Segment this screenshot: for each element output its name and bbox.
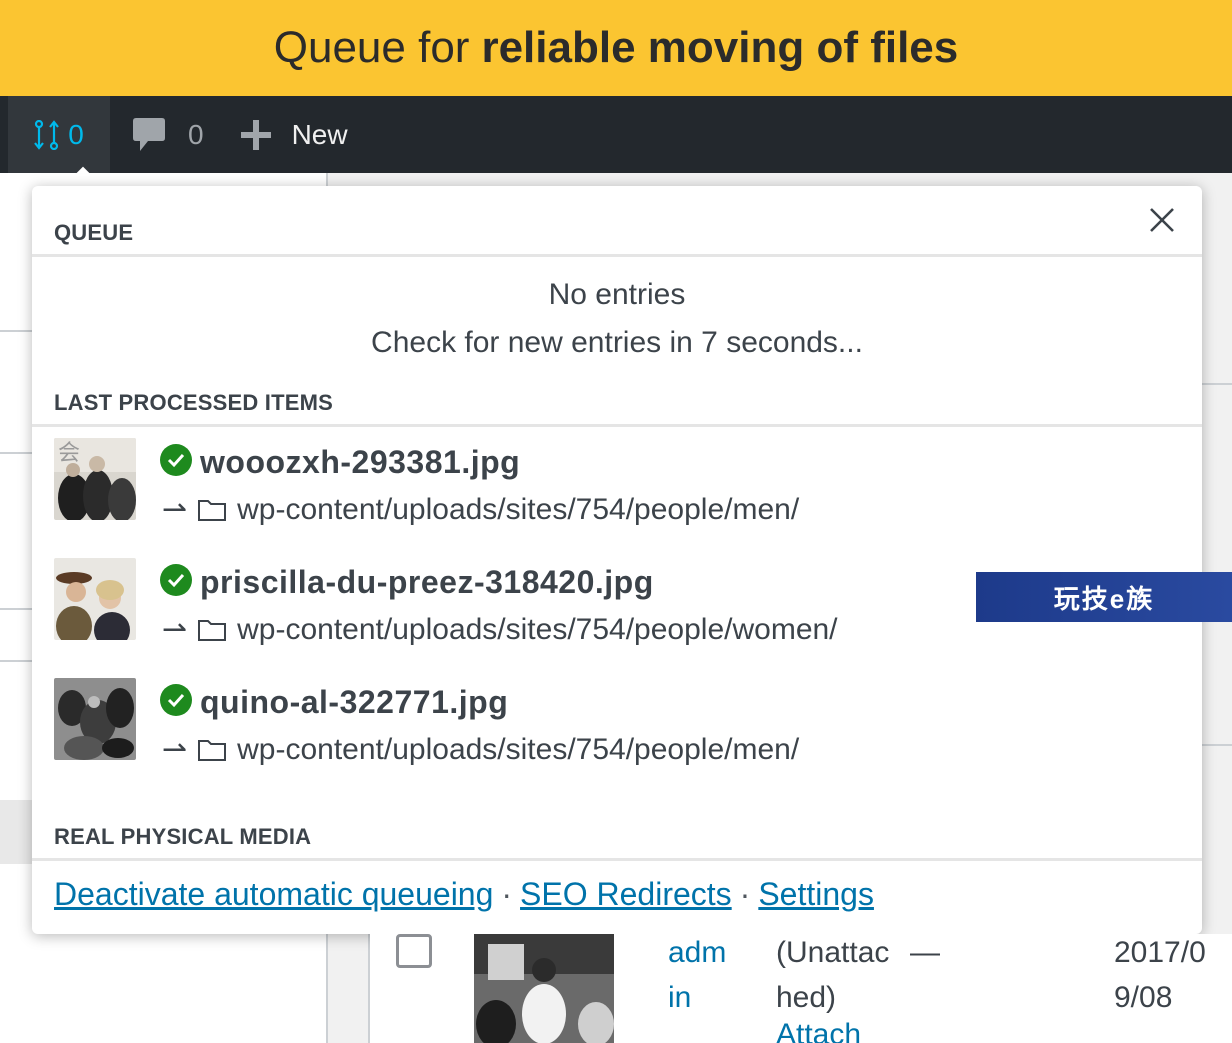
author-line-2: in <box>668 981 692 1014</box>
comment-icon <box>133 117 165 151</box>
list-item: 会 wooozxh-293381.jpg ⇀ wp-content/upload… <box>54 438 1154 528</box>
close-icon[interactable] <box>1146 204 1178 236</box>
footer-separator: · <box>739 876 751 912</box>
new-label: New <box>291 118 348 150</box>
file-destination: ⇀ wp-content/uploads/sites/754/people/me… <box>162 492 799 527</box>
queue-popover: QUEUE No entries Check for new entries i… <box>32 186 1202 934</box>
row-checkbox[interactable] <box>396 934 432 968</box>
arrow-icon: ⇀ <box>162 733 188 766</box>
deactivate-queueing-link[interactable]: Deactivate automatic queueing <box>54 876 493 912</box>
folder-icon <box>198 739 227 761</box>
brand-heading: REAL PHYSICAL MEDIA <box>54 824 312 849</box>
admin-bar-new[interactable]: New <box>240 119 348 151</box>
file-path: wp-content/uploads/sites/754/people/men/ <box>237 732 800 766</box>
queue-heading: QUEUE <box>54 220 134 245</box>
file-name: wooozxh-293381.jpg <box>200 444 521 480</box>
date-line-1: 2017/0 <box>1114 936 1206 969</box>
last-processed-heading: LAST PROCESSED ITEMS <box>54 390 334 415</box>
thumbnail-image: 会 <box>54 438 136 520</box>
check-message: Check for new entries in 7 seconds... <box>371 326 863 359</box>
banner-text-bold: reliable moving of files <box>481 23 959 72</box>
admin-bar-comments[interactable]: 0 <box>132 116 204 154</box>
arrow-icon: ⇀ <box>162 493 188 526</box>
attached-status: (Unattac hed) <box>776 930 889 1020</box>
bg-left-rule-4 <box>0 660 32 662</box>
divider <box>32 424 1202 427</box>
admin-bar: 0 0 New <box>0 96 1232 173</box>
list-item: quino-al-322771.jpg ⇀ wp-content/uploads… <box>54 678 1154 768</box>
divider <box>32 858 1202 861</box>
row-thumbnail[interactable] <box>474 934 614 1043</box>
date-line-2: 9/08 <box>1114 981 1173 1014</box>
file-path: wp-content/uploads/sites/754/people/men/ <box>237 492 800 526</box>
success-check-icon <box>160 564 192 596</box>
bg-right-rule-1 <box>1202 383 1232 385</box>
bg-left-row-shade <box>0 800 32 864</box>
attached-line-2: hed) <box>776 981 837 1014</box>
banner-text-normal: Queue for <box>273 23 470 72</box>
popover-footer: Deactivate automatic queueing · SEO Redire… <box>54 876 874 913</box>
file-name: quino-al-322771.jpg <box>200 684 509 720</box>
folder-icon <box>198 499 227 521</box>
author-line-1: adm <box>668 936 727 969</box>
arrow-icon: ⇀ <box>162 613 188 646</box>
empty-message: No entries <box>548 278 686 311</box>
file-name: priscilla-du-preez-318420.jpg <box>200 564 654 600</box>
bg-right-rule-2 <box>1202 744 1232 746</box>
bg-left-rule-1 <box>0 330 32 332</box>
date-cell: 2017/0 9/08 <box>1114 930 1206 1020</box>
promo-banner: Queue for reliable moving of files <box>0 0 1232 96</box>
thumbnail-image <box>54 678 136 760</box>
footer-separator: · <box>501 876 513 912</box>
settings-link[interactable]: Settings <box>758 876 874 912</box>
plus-icon <box>240 119 271 150</box>
admin-bar-queue-button[interactable]: 0 <box>8 96 110 173</box>
attach-link[interactable]: Attach <box>776 1018 861 1043</box>
folder-icon <box>198 619 227 641</box>
queue-count: 0 <box>68 118 84 150</box>
bg-left-rule-2 <box>0 452 32 454</box>
success-check-icon <box>160 684 192 716</box>
bg-left-rule-3 <box>0 608 32 610</box>
attached-line-1: (Unattac <box>776 936 890 969</box>
comments-count: 0 <box>188 118 204 150</box>
file-path: wp-content/uploads/sites/754/people/wome… <box>237 612 838 646</box>
svg-text:会: 会 <box>58 441 80 466</box>
comments-dash: — <box>910 936 940 969</box>
watermark-logo: 玩技e族 <box>976 572 1232 622</box>
author-link[interactable]: adm in <box>668 930 726 1020</box>
divider <box>32 254 1202 257</box>
thumbnail-image <box>54 558 136 640</box>
queue-icon <box>34 119 60 150</box>
file-destination: ⇀ wp-content/uploads/sites/754/people/me… <box>162 732 799 767</box>
success-check-icon <box>160 444 192 476</box>
seo-redirects-link[interactable]: SEO Redirects <box>520 876 732 912</box>
file-destination: ⇀ wp-content/uploads/sites/754/people/wo… <box>162 612 838 647</box>
table-row: adm in (Unattac hed) Attach — 2017/0 9/0… <box>370 934 1232 1043</box>
